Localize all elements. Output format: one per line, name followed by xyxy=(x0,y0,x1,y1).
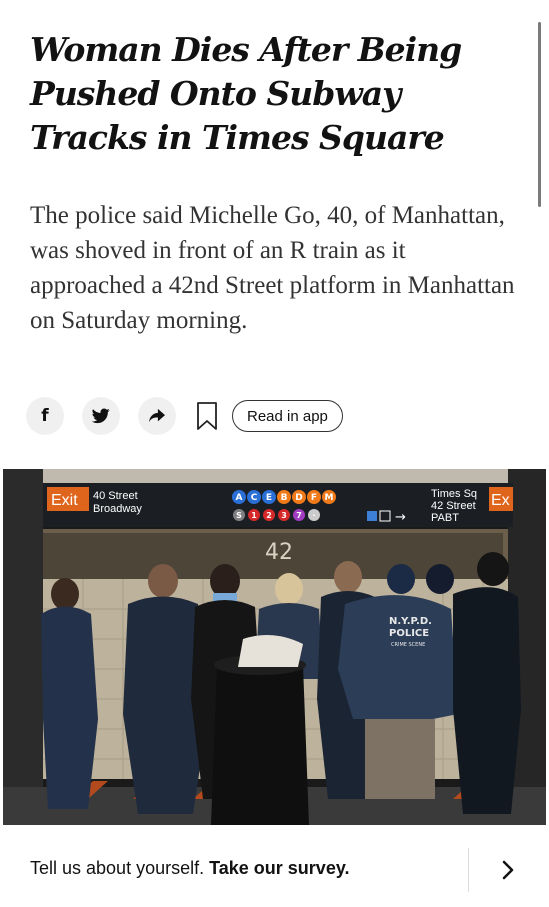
survey-banner[interactable]: Tell us about yourself. Take our survey. xyxy=(0,840,549,902)
subway-line-label: · xyxy=(312,511,315,520)
vest-line1: N.Y.P.D. xyxy=(389,616,432,627)
share-button[interactable] xyxy=(138,397,176,435)
subway-line-label: 3 xyxy=(281,511,287,520)
survey-divider xyxy=(468,848,469,892)
wall-number: 42 xyxy=(265,540,293,565)
subway-line-label: 2 xyxy=(266,511,272,520)
vest-line2: POLICE xyxy=(389,628,429,639)
share-toolbar: f Read in app xyxy=(26,396,446,436)
subway-line-label: 1 xyxy=(251,511,257,520)
article-headline: Woman Dies After Being Pushed Onto Subwa… xyxy=(30,30,462,157)
subway-line-label: C xyxy=(251,493,258,503)
subway-line-label: A xyxy=(236,493,243,503)
subway-scene-image: Exit 40 Street Broadway ACEBDFM S 1 2 3 7 · →… xyxy=(3,469,546,825)
vest-line3: CRIME SCENE xyxy=(391,642,425,648)
scrollbar[interactable] xyxy=(538,22,541,207)
article-photo: Exit 40 Street Broadway ACEBDFM S 1 2 3 7 · →… xyxy=(3,469,546,825)
subway-line-label: B xyxy=(281,493,288,503)
sign-right-line3: PABT xyxy=(431,512,459,524)
bookmark-icon xyxy=(197,402,217,430)
survey-prompt: Tell us about yourself. xyxy=(30,858,205,878)
read-in-app-button[interactable]: Read in app xyxy=(232,400,343,432)
sign-right-line1: Times Sq xyxy=(431,488,477,500)
sign-exit-right: Ex xyxy=(491,492,510,509)
subway-line-label: F xyxy=(311,493,317,503)
arrow-right-icon: → xyxy=(395,510,406,525)
subway-line-label: E xyxy=(266,493,272,503)
sign-right-line2: 42 Street xyxy=(431,500,476,512)
chevron-right-icon[interactable] xyxy=(496,856,520,884)
subway-line-label: S xyxy=(236,511,242,520)
twitter-share-button[interactable] xyxy=(82,397,120,435)
subway-line-label: 7 xyxy=(296,511,302,520)
facebook-icon: f xyxy=(41,406,49,426)
twitter-icon xyxy=(92,408,110,424)
share-arrow-icon xyxy=(149,408,165,423)
sign-left-line1: 40 Street xyxy=(93,490,138,502)
bookmark-button[interactable] xyxy=(194,401,220,431)
survey-text: Tell us about yourself. Take our survey. xyxy=(30,858,350,879)
survey-link[interactable]: Take our survey. xyxy=(209,858,349,878)
subway-line-label: D xyxy=(295,493,302,503)
subway-line-label: M xyxy=(325,493,334,503)
article-summary: The police said Michelle Go, 40, of Manh… xyxy=(30,202,515,334)
facebook-share-button[interactable]: f xyxy=(26,397,64,435)
sign-left-line2: Broadway xyxy=(93,503,142,515)
sign-exit-left: Exit xyxy=(51,492,78,509)
